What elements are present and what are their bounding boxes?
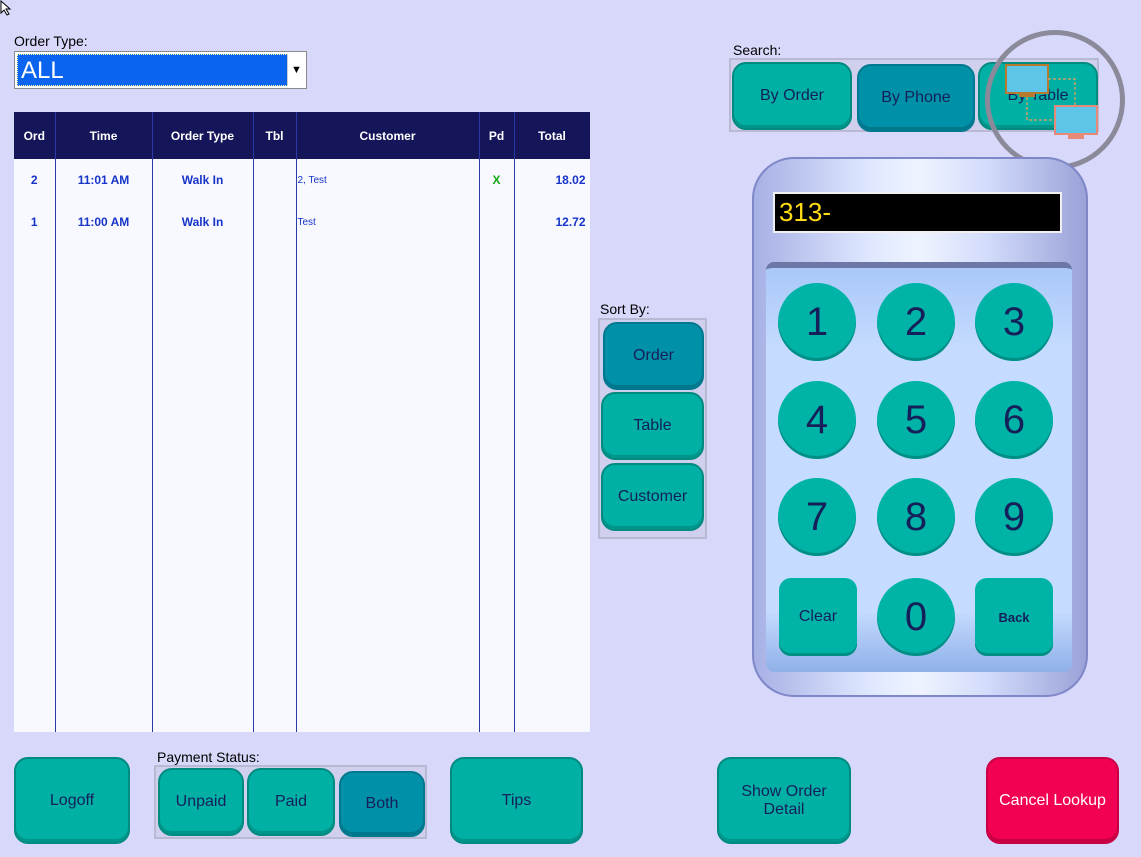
cell-total: 12.72 bbox=[514, 201, 590, 243]
cancel-lookup-button[interactable]: Cancel Lookup bbox=[986, 757, 1119, 844]
show-order-detail-button[interactable]: Show Order Detail bbox=[717, 757, 851, 844]
payment-status-label: Payment Status: bbox=[157, 749, 260, 765]
key-6[interactable]: 6 bbox=[975, 381, 1053, 459]
col-header-order-type[interactable]: Order Type bbox=[152, 112, 254, 159]
key-1[interactable]: 1 bbox=[778, 283, 856, 361]
col-header-ord[interactable]: Ord bbox=[14, 112, 56, 159]
cell-ord: 2 bbox=[14, 159, 56, 201]
cell-pd bbox=[479, 201, 515, 243]
key-2[interactable]: 2 bbox=[877, 283, 955, 361]
cell-customer: 2, Test bbox=[296, 159, 480, 201]
table-row[interactable]: 2 11:01 AM Walk In 2, Test X 18.02 bbox=[14, 159, 590, 201]
sort-by-order-button[interactable]: Order bbox=[603, 322, 704, 390]
key-clear[interactable]: Clear bbox=[779, 578, 857, 656]
cell-order-type: Walk In bbox=[152, 201, 254, 243]
dropdown-arrow-icon[interactable]: ▼ bbox=[287, 55, 305, 85]
cell-ord: 1 bbox=[14, 201, 56, 243]
key-9[interactable]: 9 bbox=[975, 478, 1053, 556]
key-7[interactable]: 7 bbox=[778, 478, 856, 556]
key-3[interactable]: 3 bbox=[975, 283, 1053, 361]
tips-button[interactable]: Tips bbox=[450, 757, 583, 844]
cell-tbl bbox=[253, 201, 297, 243]
cell-time: 11:01 AM bbox=[55, 159, 153, 201]
col-header-pd[interactable]: Pd bbox=[479, 112, 515, 159]
mouse-cursor-icon bbox=[0, 0, 12, 16]
phone-number-display: 313- bbox=[773, 192, 1062, 233]
order-type-select[interactable]: ALL ▼ bbox=[14, 51, 307, 89]
table-empty-area bbox=[14, 243, 590, 732]
cell-tbl bbox=[253, 159, 297, 201]
remote-desktop-icon[interactable] bbox=[1005, 64, 1101, 146]
cell-pd: X bbox=[479, 159, 515, 201]
sort-by-table-button[interactable]: Table bbox=[601, 392, 704, 460]
key-back[interactable]: Back bbox=[975, 578, 1053, 656]
col-header-customer[interactable]: Customer bbox=[296, 112, 480, 159]
cell-customer: Test bbox=[296, 201, 480, 243]
order-type-value: ALL bbox=[17, 54, 288, 86]
key-4[interactable]: 4 bbox=[778, 381, 856, 459]
logoff-button[interactable]: Logoff bbox=[14, 757, 130, 844]
col-header-total[interactable]: Total bbox=[514, 112, 590, 159]
cell-order-type: Walk In bbox=[152, 159, 254, 201]
orders-table: Ord Time Order Type Tbl Customer Pd Tota… bbox=[14, 112, 590, 732]
payment-unpaid-button[interactable]: Unpaid bbox=[158, 768, 244, 836]
table-row[interactable]: 1 11:00 AM Walk In Test 12.72 bbox=[14, 201, 590, 243]
col-header-time[interactable]: Time bbox=[55, 112, 153, 159]
key-5[interactable]: 5 bbox=[877, 381, 955, 459]
payment-both-button[interactable]: Both bbox=[339, 771, 425, 837]
table-header-row: Ord Time Order Type Tbl Customer Pd Tota… bbox=[14, 112, 590, 159]
key-8[interactable]: 8 bbox=[877, 478, 955, 556]
key-0[interactable]: 0 bbox=[877, 578, 955, 656]
sort-by-customer-button[interactable]: Customer bbox=[601, 463, 704, 531]
cell-total: 18.02 bbox=[514, 159, 590, 201]
payment-paid-button[interactable]: Paid bbox=[247, 768, 335, 836]
search-by-order-button[interactable]: By Order bbox=[732, 62, 852, 130]
search-by-phone-button[interactable]: By Phone bbox=[857, 64, 975, 132]
col-header-tbl[interactable]: Tbl bbox=[253, 112, 297, 159]
search-label: Search: bbox=[733, 42, 782, 58]
sort-by-label: Sort By: bbox=[600, 301, 650, 317]
order-type-label: Order Type: bbox=[14, 33, 88, 49]
cell-time: 11:00 AM bbox=[55, 201, 153, 243]
